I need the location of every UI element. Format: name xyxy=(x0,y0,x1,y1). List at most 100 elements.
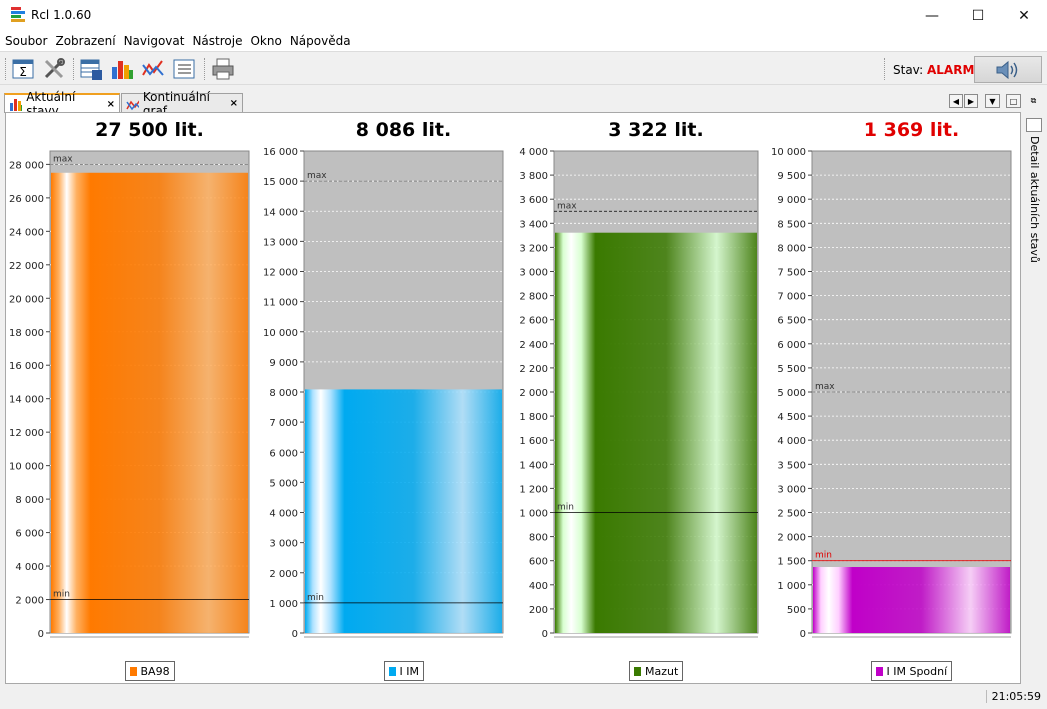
tab-kontinualni-graf[interactable]: Kontinuální graf × xyxy=(121,90,243,118)
y-tick-label: 4 000 xyxy=(777,436,806,447)
tab-scroll-left-button[interactable]: ◀ xyxy=(949,94,963,108)
level-bar xyxy=(555,232,757,633)
menu-okno[interactable]: Okno xyxy=(250,34,281,48)
y-tick-label: 15 000 xyxy=(263,177,298,188)
y-tick-label: 2 600 xyxy=(519,316,548,327)
y-tick-label: 3 600 xyxy=(519,195,548,206)
y-tick-label: 9 000 xyxy=(269,358,298,369)
y-tick-label: 8 000 xyxy=(269,388,298,399)
tab-close-button[interactable]: × xyxy=(107,99,115,110)
close-button[interactable]: ✕ xyxy=(1001,0,1047,31)
toolbar-separator xyxy=(73,58,75,80)
y-tick-label: 11 000 xyxy=(263,298,298,309)
toolbar-separator xyxy=(884,58,886,80)
y-tick-label: 0 xyxy=(38,629,44,640)
minimize-button[interactable]: — xyxy=(909,0,955,31)
sound-button[interactable] xyxy=(974,56,1042,83)
tank-chart: 8 086 lit. 0 1 000 2 000 3 000 4 000 5 000 6 00… xyxy=(256,113,511,683)
max-label: max xyxy=(307,171,327,181)
y-tick-label: 0 xyxy=(292,629,298,640)
menu-soubor[interactable]: Soubor xyxy=(5,34,47,48)
tab-aktualni-stavy[interactable]: Aktuální stavy × xyxy=(4,90,120,118)
min-label: min xyxy=(815,551,832,561)
max-label: max xyxy=(557,201,577,211)
y-tick-label: 1 000 xyxy=(777,581,806,592)
y-tick-label: 3 000 xyxy=(519,268,548,279)
maximize-button[interactable]: ☐ xyxy=(955,0,1001,31)
legend-item: Mazut xyxy=(629,661,684,681)
y-tick-label: 4 000 xyxy=(15,562,44,573)
restore-icon: ⧉ xyxy=(1030,96,1037,105)
y-tick-label: 14 000 xyxy=(263,207,298,218)
list-icon xyxy=(173,59,195,79)
legend-swatch xyxy=(634,666,641,676)
y-tick-label: 3 800 xyxy=(519,171,548,182)
line-chart-icon xyxy=(126,100,139,110)
y-tick-label: 12 000 xyxy=(263,268,298,279)
y-tick-label: 6 000 xyxy=(269,448,298,459)
line-chart-button[interactable] xyxy=(141,57,165,81)
toolbar-separator xyxy=(5,58,7,80)
y-tick-label: 2 000 xyxy=(777,533,806,544)
tools-button[interactable] xyxy=(42,57,66,81)
y-tick-label: 3 500 xyxy=(777,460,806,471)
y-tick-label: 9 500 xyxy=(777,171,806,182)
tab-restore-button[interactable]: ⧉ xyxy=(1026,94,1041,108)
y-tick-label: 5 000 xyxy=(777,388,806,399)
tab-scroll-right-button[interactable]: ▶ xyxy=(964,94,978,108)
app-logo-icon xyxy=(11,7,25,23)
maximize-icon: □ xyxy=(1009,96,1018,106)
menu-navigovat[interactable]: Navigovat xyxy=(124,34,185,48)
tab-list-button[interactable]: ▼ xyxy=(985,94,1000,108)
y-tick-label: 12 000 xyxy=(9,428,44,439)
tank-charts-panel: 27 500 lit. 0 2 000 4 000 6 000 8 000 10 000 12… xyxy=(5,112,1021,684)
toolbar-separator xyxy=(204,58,206,80)
y-tick-label: 400 xyxy=(529,581,548,592)
print-button[interactable] xyxy=(211,57,235,81)
close-icon: ✕ xyxy=(1018,7,1030,24)
tab-close-button[interactable]: × xyxy=(230,98,238,109)
y-tick-label: 4 000 xyxy=(519,147,548,158)
y-tick-label: 600 xyxy=(529,557,548,568)
y-tick-label: 16 000 xyxy=(263,147,298,158)
tank-chart: 3 322 lit. 0 200 400 600 800 1 000 1 200 1 400 1 … xyxy=(511,113,766,683)
y-tick-label: 6 000 xyxy=(15,529,44,540)
tank-chart: 27 500 lit. 0 2 000 4 000 6 000 8 000 10 000 12… xyxy=(6,113,256,683)
y-tick-label: 2 000 xyxy=(15,596,44,607)
tank-plot: 0 500 1 000 1 500 2 000 2 500 3 000 3 500 4 000 4… xyxy=(771,147,1012,640)
menu-napoveda[interactable]: Nápověda xyxy=(290,34,351,48)
legend-label: BA98 xyxy=(140,664,170,678)
menu-nastroje[interactable]: Nástroje xyxy=(192,34,242,48)
tab-maximize-button[interactable]: □ xyxy=(1006,94,1021,108)
table-save-button[interactable] xyxy=(79,57,103,81)
y-tick-label: 1 600 xyxy=(519,436,548,447)
tank-plot: 0 2 000 4 000 6 000 8 000 10 000 12 000 14 000 1… xyxy=(9,150,250,640)
y-tick-label: 7 000 xyxy=(777,292,806,303)
sigma-button[interactable]: Σ xyxy=(11,57,35,81)
legend-swatch xyxy=(129,666,137,676)
svg-text:Σ: Σ xyxy=(19,65,27,79)
menu-zobrazeni[interactable]: Zobrazení xyxy=(55,34,115,48)
y-tick-label: 800 xyxy=(529,533,548,544)
y-tick-label: 24 000 xyxy=(9,227,44,238)
y-tick-label: 2 500 xyxy=(777,509,806,520)
status-indicator: Stav: ALARM xyxy=(893,63,974,77)
y-tick-label: 9 000 xyxy=(777,195,806,206)
tank-plot: 0 1 000 2 000 3 000 4 000 5 000 6 000 7 000 8 00… xyxy=(263,147,504,640)
bar-chart-button[interactable] xyxy=(110,57,134,81)
side-panel-label[interactable]: Detail aktuálních stavů xyxy=(1028,136,1041,263)
y-tick-label: 500 xyxy=(787,605,806,616)
chevron-left-icon: ◀ xyxy=(952,96,960,106)
tools-icon xyxy=(44,58,65,79)
tank-plot: 0 200 400 600 800 1 000 1 200 1 400 1 600 1 800 2 … xyxy=(519,147,759,640)
y-tick-label: 200 xyxy=(529,605,548,616)
y-tick-label: 28 000 xyxy=(9,160,44,171)
min-label: min xyxy=(53,590,70,600)
list-button[interactable] xyxy=(172,57,196,81)
bar-chart-icon xyxy=(10,99,23,111)
panel-list-icon[interactable] xyxy=(1026,118,1042,132)
y-tick-label: 7 000 xyxy=(269,418,298,429)
minimize-icon: — xyxy=(925,7,939,24)
y-tick-label: 6 500 xyxy=(777,316,806,327)
title-bar: Rcl 1.0.60 — ☐ ✕ xyxy=(0,0,1047,31)
